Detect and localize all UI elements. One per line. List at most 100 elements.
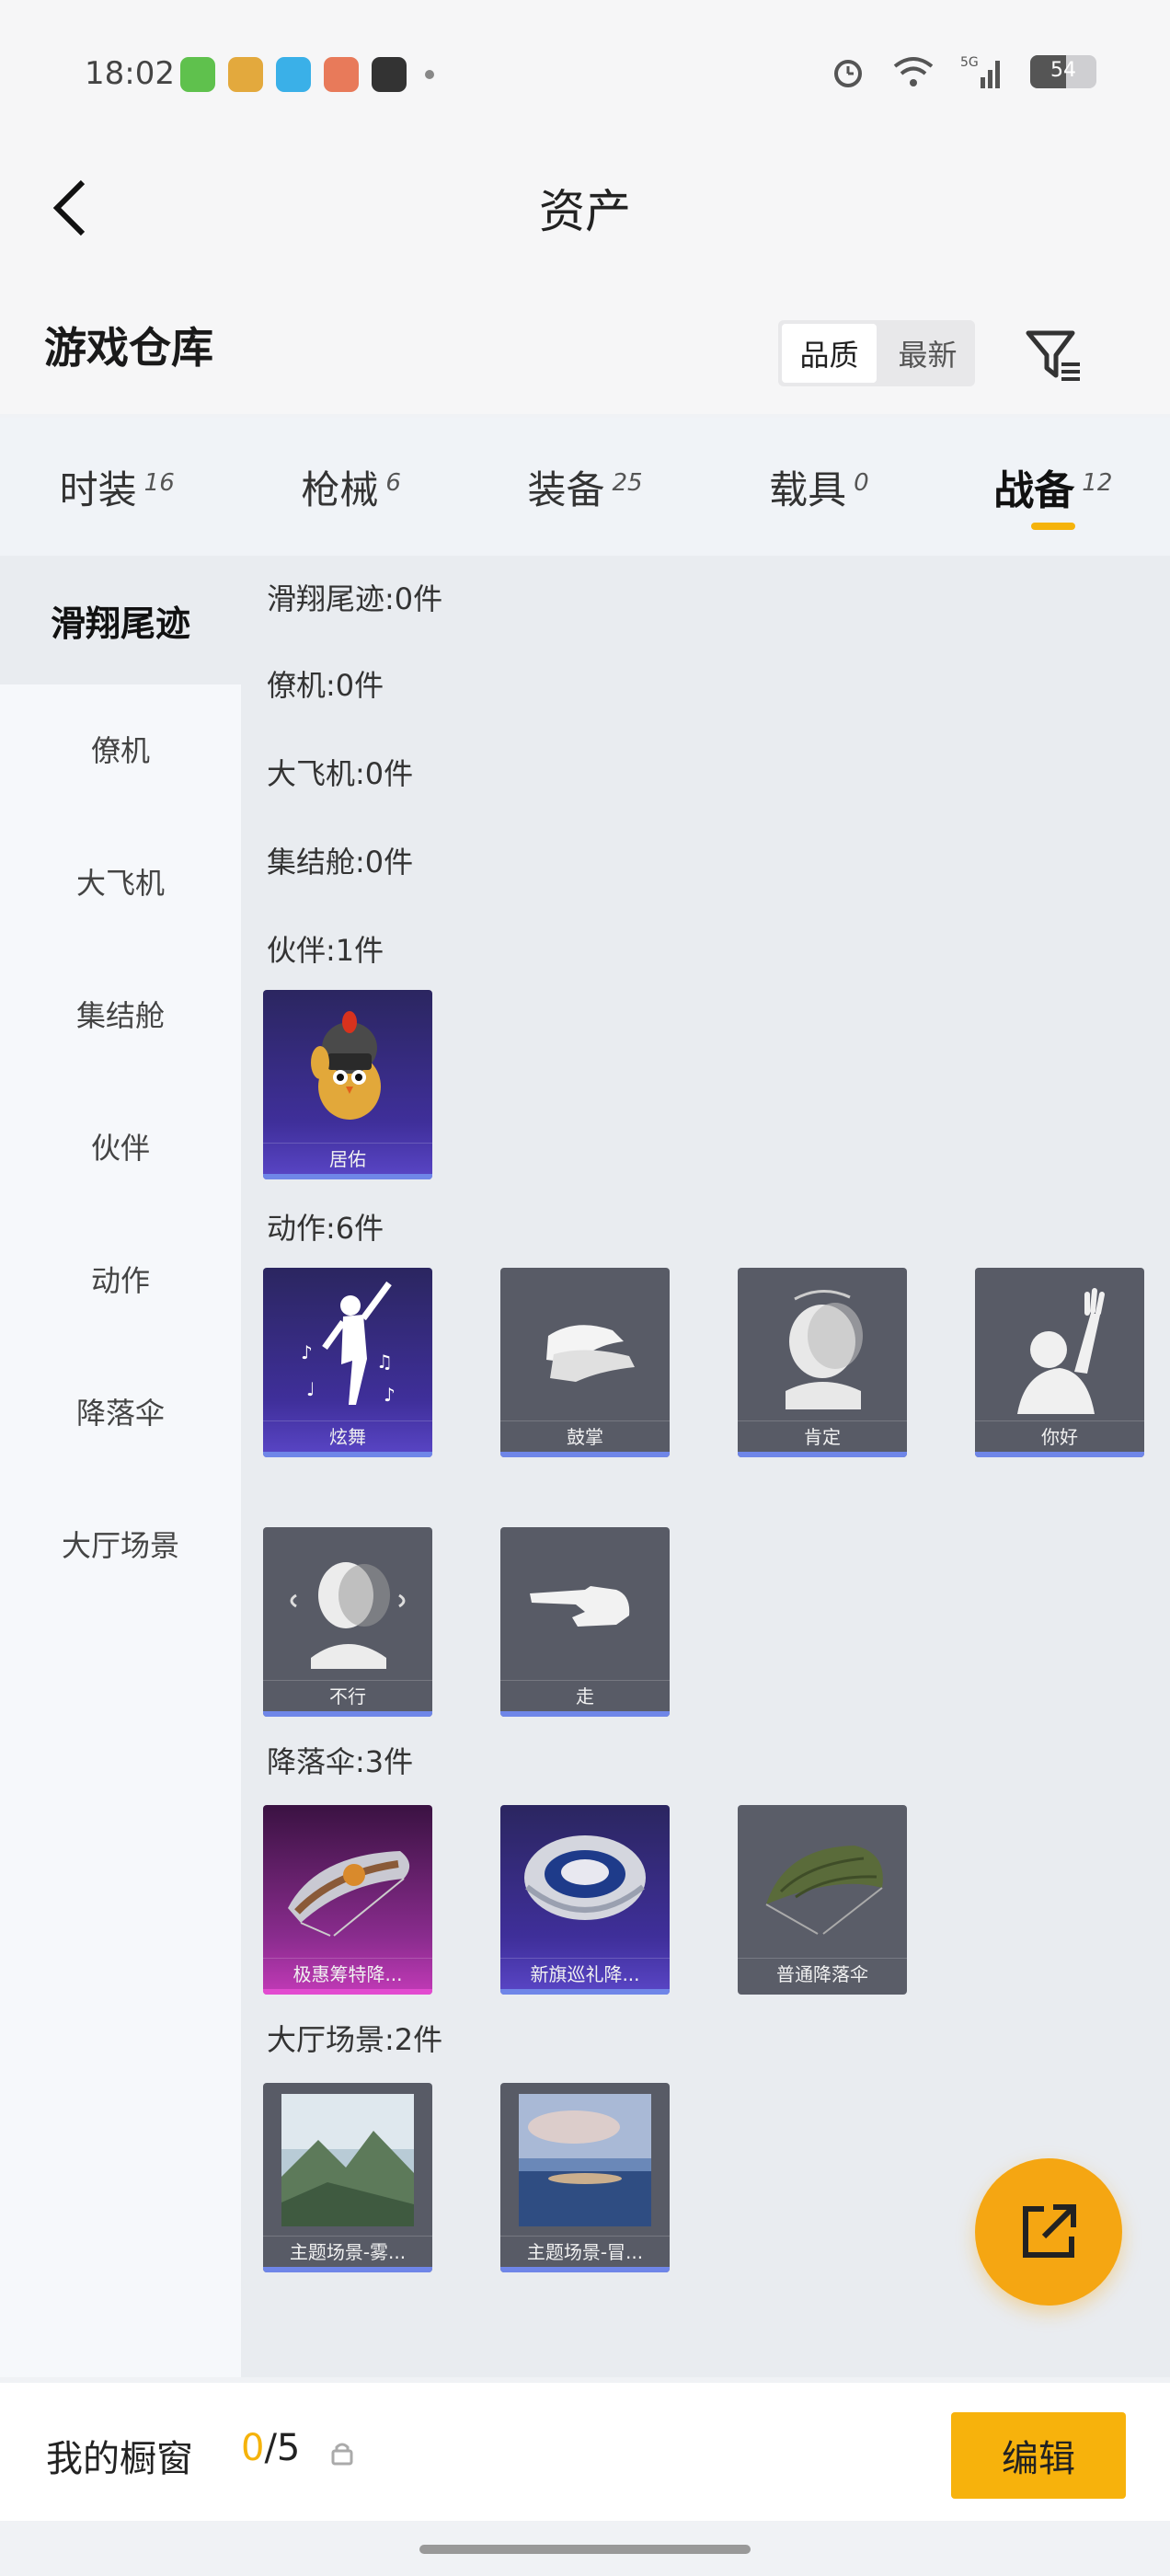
seascape-icon (500, 2083, 670, 2237)
lock-icon (331, 2443, 353, 2466)
item-name: 主题场景-冒... (500, 2236, 670, 2267)
wechat-icon (180, 57, 215, 92)
item-card[interactable]: 走 (500, 1527, 670, 1717)
tab-weapons[interactable]: 枪械 6 (234, 418, 467, 556)
category-tabs: 时装 16 枪械 6 装备 25 载具 0 战备 12 (0, 418, 1170, 556)
sort-by-newest-button[interactable]: 最新 (880, 320, 975, 386)
rarity-bar (500, 1711, 670, 1717)
rarity-bar (500, 1989, 670, 1995)
signal-5g-icon: 5G (960, 55, 1000, 88)
group-title: 滑翔尾迹:0件 (267, 581, 443, 616)
sidebar-item-partner[interactable]: 伙伴 (0, 1082, 241, 1211)
alarm-icon (834, 60, 862, 87)
tab-equipment[interactable]: 装备 25 (468, 418, 702, 556)
landscape-icon (263, 2083, 432, 2237)
clap-icon (500, 1268, 670, 1422)
showcase-total: /5 (264, 2427, 301, 2469)
rarity-bar (263, 1174, 432, 1179)
camera-app-icon (372, 57, 407, 92)
tab-vehicles[interactable]: 载具 0 (702, 418, 935, 556)
filter-button[interactable] (1019, 322, 1089, 392)
tab-label: 战备 (993, 467, 1075, 514)
item-card[interactable]: 居佑 (263, 990, 432, 1179)
rarity-bar (500, 2267, 670, 2272)
more-notifications-dot (425, 70, 434, 79)
shake-head-icon (263, 1527, 432, 1682)
share-button[interactable] (975, 2158, 1122, 2306)
item-list: 滑翔尾迹:0件 僚机:0件 大飞机:0件 集结舱:0件 伙伴:1件 居佑 动作:… (241, 556, 1170, 2377)
nod-icon (738, 1268, 907, 1422)
wifi-icon (893, 57, 934, 86)
dance-icon: ♪ ♫ ♩ ♪ (263, 1268, 432, 1422)
parachute-icon (738, 1805, 907, 1960)
showcase-count: 0/5 (241, 2427, 300, 2469)
parachute-icon (263, 1805, 432, 1960)
item-name: 普通降落伞 (738, 1958, 907, 1989)
sort-by-quality-button[interactable]: 品质 (782, 324, 877, 383)
svg-text:♫: ♫ (376, 1351, 393, 1373)
item-name: 主题场景-雾... (263, 2236, 432, 2267)
item-name: 不行 (263, 1680, 432, 1711)
item-name: 鼓掌 (500, 1420, 670, 1452)
chick-partner-icon (263, 990, 432, 1144)
home-indicator[interactable] (419, 2545, 751, 2554)
item-card[interactable]: 主题场景-冒... (500, 2083, 670, 2272)
item-card[interactable]: 新旗巡礼降... (500, 1805, 670, 1995)
item-card[interactable]: 鼓掌 (500, 1268, 670, 1457)
page-title: 资产 (539, 185, 631, 238)
warehouse-title: 游戏仓库 (44, 323, 213, 373)
rarity-bar (263, 2267, 432, 2272)
sidebar-item-glide-trail[interactable]: 滑翔尾迹 (0, 556, 241, 684)
svg-text:5G: 5G (960, 55, 979, 70)
rarity-bar (738, 1452, 907, 1457)
tab-battle-gear[interactable]: 战备 12 (936, 418, 1170, 556)
parachute-icon (500, 1805, 670, 1960)
sidebar-item-wingman[interactable]: 僚机 (0, 684, 241, 813)
tab-count: 6 (385, 469, 401, 497)
group-title: 大厅场景:2件 (267, 2022, 443, 2057)
group-title: 僚机:0件 (267, 668, 384, 703)
group-title: 伙伴:1件 (267, 933, 384, 968)
showcase-label: 我的橱窗 (46, 2438, 193, 2480)
rarity-bar (975, 1452, 1144, 1457)
sidebar-item-lobby-scene[interactable]: 大厅场景 (0, 1479, 241, 1608)
edit-button[interactable]: 编辑 (951, 2412, 1126, 2499)
sidebar-item-parachute[interactable]: 降落伞 (0, 1347, 241, 1476)
tab-fashion[interactable]: 时装 16 (0, 418, 234, 556)
group-title: 动作:6件 (267, 1211, 384, 1246)
item-card[interactable]: ♪ ♫ ♩ ♪ 炫舞 (263, 1268, 432, 1457)
tab-count: 25 (612, 469, 643, 497)
item-card[interactable]: 你好 (975, 1268, 1144, 1457)
tab-label: 枪械 (301, 466, 379, 512)
rarity-bar (263, 1452, 432, 1457)
status-time: 18:02 (85, 55, 175, 92)
video-app-icon (276, 57, 311, 92)
item-name: 肯定 (738, 1420, 907, 1452)
sidebar-item-plane[interactable]: 大飞机 (0, 817, 241, 946)
group-title: 大飞机:0件 (267, 756, 414, 791)
showcase-bar: 我的橱窗 0/5 编辑 (0, 2383, 1170, 2521)
item-name: 居佑 (263, 1143, 432, 1174)
showcase-current: 0 (241, 2427, 265, 2469)
tab-count: 16 (143, 469, 175, 497)
item-card[interactable]: 肯定 (738, 1268, 907, 1457)
item-name: 你好 (975, 1420, 1144, 1452)
tab-label: 装备 (527, 466, 605, 512)
status-notification-icons (180, 57, 434, 92)
tab-count: 12 (1082, 469, 1113, 497)
item-card[interactable]: 主题场景-雾... (263, 2083, 432, 2272)
sidebar-item-emote[interactable]: 动作 (0, 1214, 241, 1343)
item-card[interactable]: 极惠筹特降... (263, 1805, 432, 1995)
group-title: 集结舱:0件 (267, 845, 414, 880)
item-name: 新旗巡礼降... (500, 1958, 670, 1989)
item-card[interactable]: 普通降落伞 (738, 1805, 907, 1995)
warehouse-header: 游戏仓库 品质 最新 (0, 267, 1170, 414)
group-title: 降落伞:3件 (267, 1744, 414, 1779)
filter-icon (1026, 330, 1080, 381)
battery-level: 54 (1050, 59, 1076, 82)
svg-text:♪: ♪ (384, 1384, 396, 1406)
nav-bar: 资产 (0, 147, 1170, 267)
battery-icon: 54 (1030, 55, 1096, 88)
item-card[interactable]: 不行 (263, 1527, 432, 1717)
sidebar-item-pod[interactable]: 集结舱 (0, 949, 241, 1078)
